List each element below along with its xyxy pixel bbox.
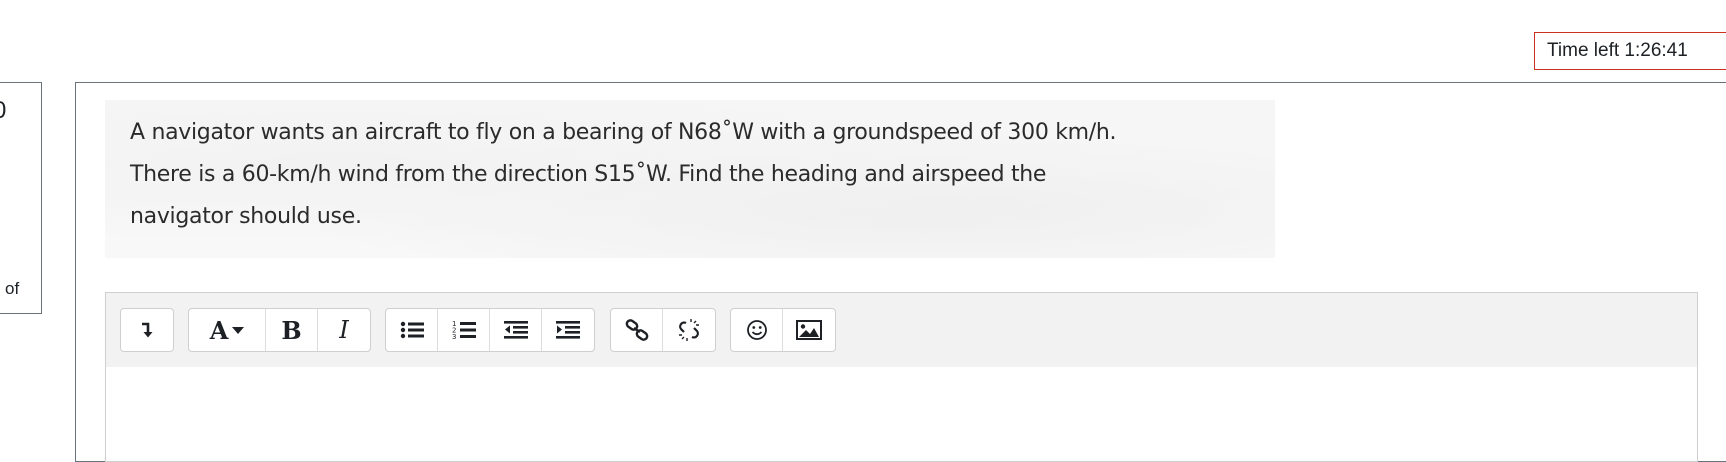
- question-info-panel: 0 of: [0, 82, 42, 314]
- question-text-line: navigator should use.: [130, 204, 362, 229]
- editor-content-area[interactable]: [106, 367, 1697, 461]
- ordered-list-icon: 1 2 3: [452, 320, 476, 340]
- outdent-button[interactable]: [490, 309, 542, 351]
- toolbar-group-lists: 1 2 3: [385, 308, 595, 352]
- italic-icon: I: [339, 316, 349, 344]
- ordered-list-button[interactable]: 1 2 3: [438, 309, 490, 351]
- question-number: 0: [0, 97, 6, 125]
- link-button[interactable]: [611, 309, 663, 351]
- question-mark-fragment: of: [5, 279, 20, 298]
- collapse-toggle-button[interactable]: [121, 309, 173, 351]
- bold-button[interactable]: B: [266, 309, 318, 351]
- outdent-icon: [503, 321, 528, 339]
- indent-icon: [556, 321, 580, 339]
- question-text-line: There is a 60-km/h wind from the directi…: [130, 162, 1047, 187]
- toolbar-group-media: [730, 308, 836, 352]
- link-icon: [625, 319, 649, 341]
- emoticon-icon: [746, 319, 768, 341]
- unlink-button[interactable]: [663, 309, 715, 351]
- indent-button[interactable]: [542, 309, 594, 351]
- chevron-down-icon: [232, 326, 245, 334]
- time-left-indicator: Time left 1:26:41: [1534, 32, 1726, 70]
- svg-text:3: 3: [452, 333, 456, 340]
- toolbar-group-collapse: [120, 308, 174, 352]
- time-left-text: Time left 1:26:41: [1547, 40, 1688, 61]
- collapse-toggle-icon: [140, 321, 154, 339]
- image-icon: [796, 320, 822, 340]
- unlink-icon: [677, 318, 701, 342]
- image-button[interactable]: [783, 309, 835, 351]
- toolbar-group-links: [610, 308, 716, 352]
- toolbar-group-text-format: A B I: [188, 308, 371, 352]
- editor-toolbar: A B I 1 2 3: [106, 293, 1697, 368]
- question-text-line: A navigator wants an aircraft to fly on …: [130, 120, 1117, 145]
- emoticon-button[interactable]: [731, 309, 783, 351]
- font-style-icon: A: [209, 315, 229, 345]
- question-text-image: A navigator wants an aircraft to fly on …: [105, 100, 1275, 258]
- unordered-list-icon: [400, 321, 424, 339]
- bold-icon: B: [281, 315, 302, 345]
- unordered-list-button[interactable]: [386, 309, 438, 351]
- answer-editor: A B I 1 2 3: [105, 292, 1698, 462]
- italic-button[interactable]: I: [318, 309, 370, 351]
- font-style-button[interactable]: A: [189, 309, 266, 351]
